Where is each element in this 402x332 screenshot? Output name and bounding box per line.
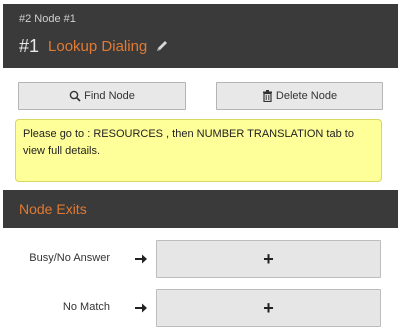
section-title: Node Exits [19,201,87,217]
node-header: #2 Node #1 #1 Lookup Dialing [3,4,398,68]
exit-target-busy-no-answer[interactable]: + [156,240,381,278]
delete-node-label: Delete Node [275,90,338,102]
find-node-button[interactable]: Find Node [18,82,186,110]
plus-icon: + [263,249,274,269]
delete-node-button[interactable]: Delete Node [216,82,383,110]
node-number: #1 [19,35,40,56]
node-exits-header: Node Exits [3,190,398,228]
breadcrumb: #2 Node #1 [19,13,76,25]
title-row: #1 Lookup Dialing [19,35,169,57]
arrow-right-icon [134,253,148,265]
plus-icon: + [263,298,274,318]
find-node-label: Find Node [84,90,135,102]
exit-label-no-match: No Match [62,301,110,313]
trash-icon [262,90,273,102]
exit-target-no-match[interactable]: + [156,289,381,327]
search-icon [69,90,81,102]
exit-label-busy-no-answer: Busy/No Answer [29,252,110,264]
arrow-right-icon [134,302,148,314]
info-notice: Please go to : RESOURCES , then NUMBER T… [15,119,382,182]
node-name[interactable]: Lookup Dialing [48,38,147,55]
pencil-icon[interactable] [155,39,169,53]
